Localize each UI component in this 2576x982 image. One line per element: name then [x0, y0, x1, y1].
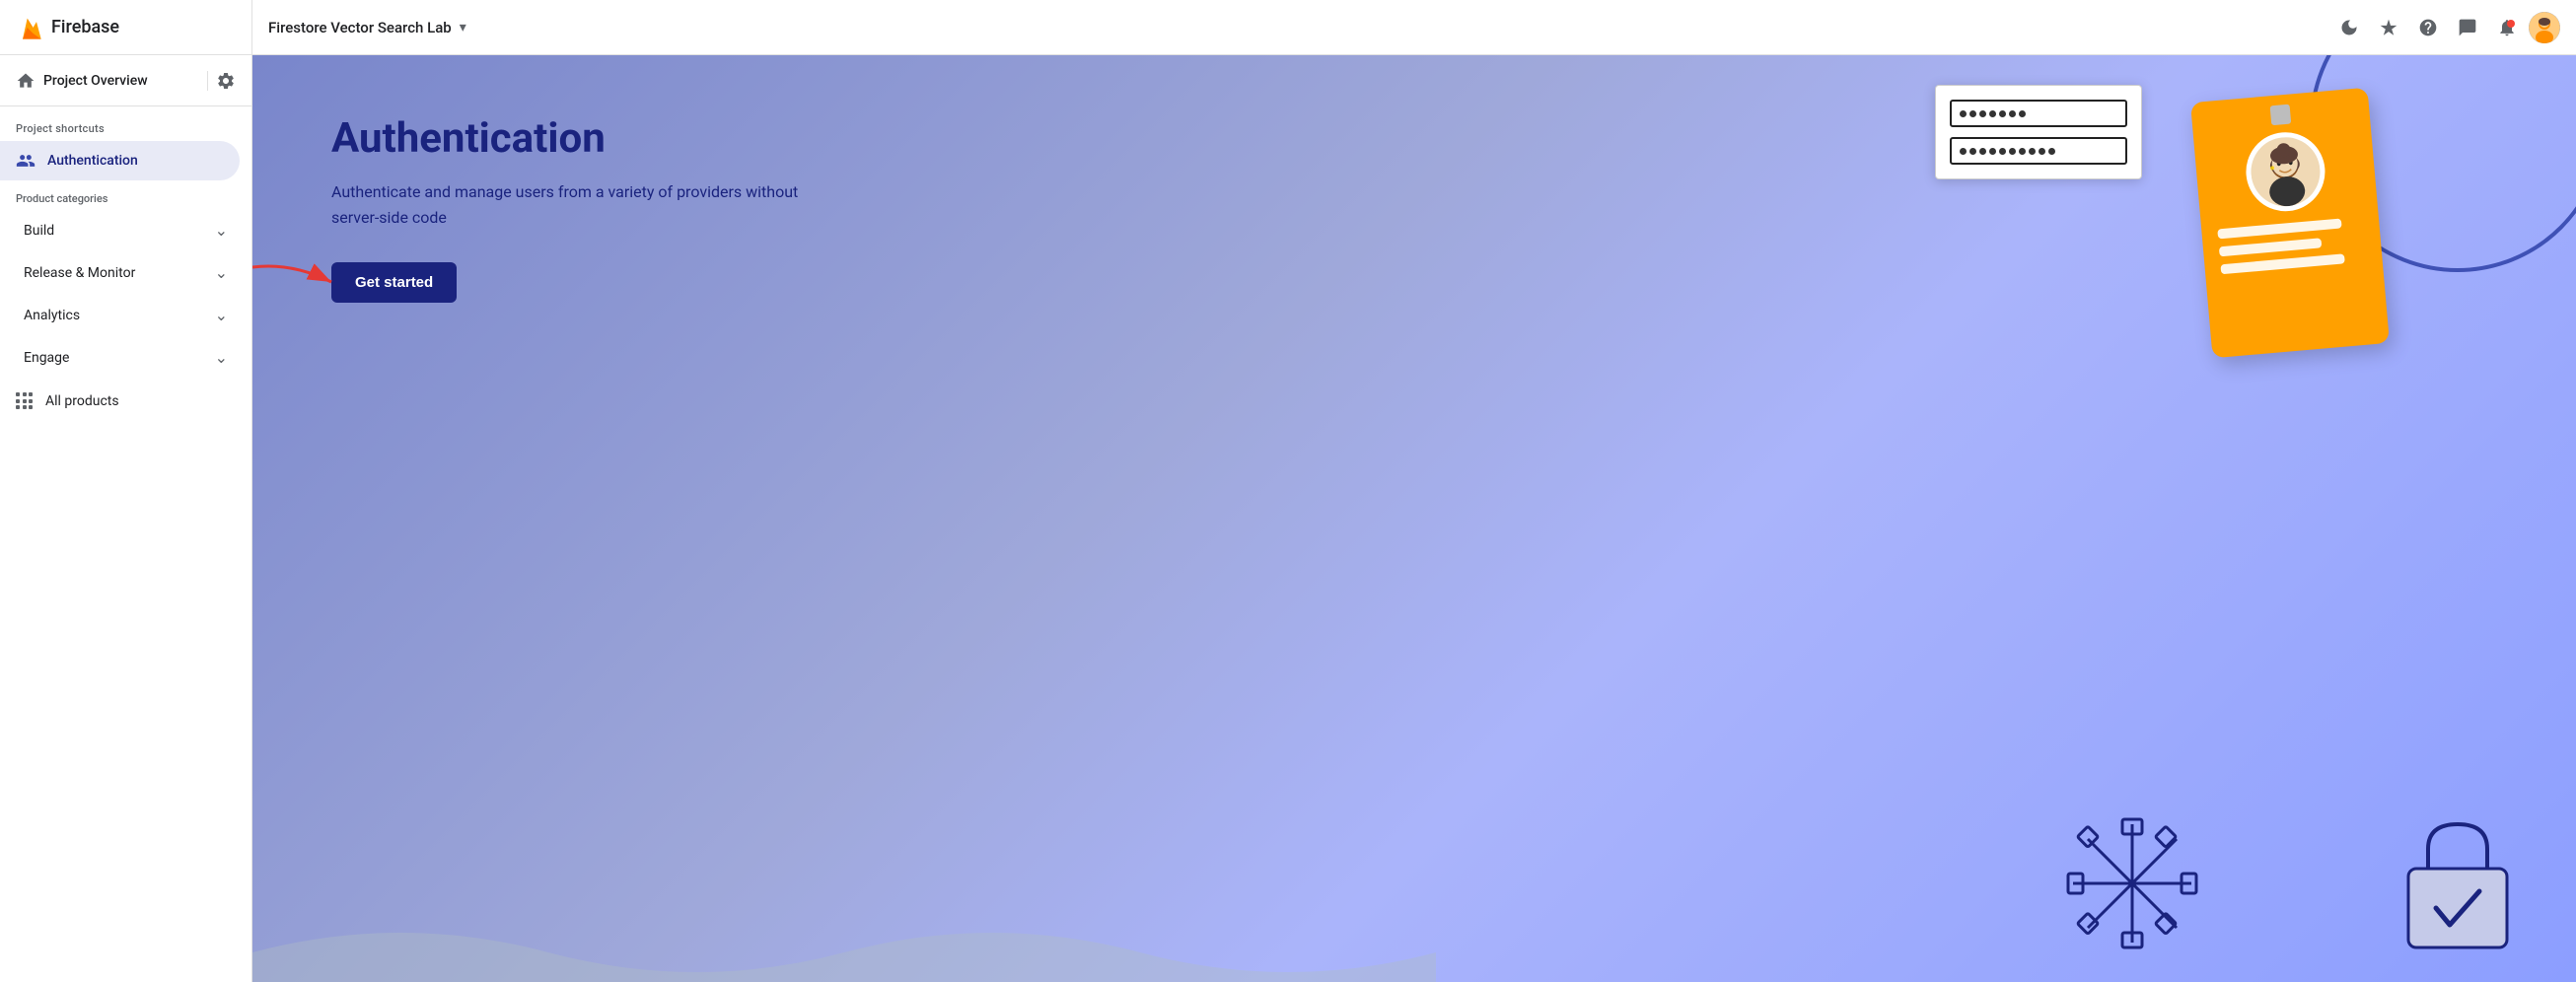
- analytics-chevron-icon: ⌄: [215, 306, 228, 324]
- project-overview-label[interactable]: Project Overview: [43, 73, 199, 89]
- project-shortcuts-label: Project shortcuts: [0, 106, 251, 141]
- form-field-2: [1950, 137, 2127, 165]
- feedback-button[interactable]: [2450, 10, 2485, 45]
- avatar[interactable]: [2529, 12, 2560, 43]
- sidebar-item-analytics[interactable]: Analytics ⌄: [8, 296, 244, 334]
- firebase-name: Firebase: [51, 17, 119, 37]
- form-dots: [1960, 148, 2055, 155]
- card-line-2: [2219, 238, 2322, 256]
- engage-label: Engage: [24, 350, 69, 366]
- product-categories-label: Product categories: [0, 180, 251, 209]
- star-shape-decoration: [2063, 814, 2201, 952]
- engage-chevron-icon: ⌄: [215, 348, 228, 367]
- topbar-right: [2331, 10, 2560, 45]
- card-line-3: [2220, 253, 2344, 274]
- wave-decoration: [252, 903, 1436, 982]
- all-products-label: All products: [45, 393, 119, 409]
- authentication-label: Authentication: [47, 153, 138, 169]
- get-started-button[interactable]: Get started: [331, 262, 457, 303]
- release-monitor-chevron-icon: ⌄: [215, 263, 228, 282]
- hero-content: Authentication Authenticate and manage u…: [331, 114, 805, 303]
- grid-icon: [16, 392, 34, 410]
- sidebar: Firebase Project Overview Project shortc…: [0, 0, 252, 982]
- hero-title: Authentication: [331, 114, 805, 164]
- sparkle-button[interactable]: [2371, 10, 2406, 45]
- main-content: Firestore Vector Search Lab ▾: [252, 0, 2576, 982]
- sidebar-item-authentication[interactable]: Authentication: [0, 141, 240, 180]
- notifications-button[interactable]: [2489, 10, 2525, 45]
- lock-illustration: [2398, 814, 2517, 943]
- settings-icon[interactable]: [216, 71, 236, 91]
- form-circles: [1960, 110, 2026, 117]
- sidebar-item-release-monitor[interactable]: Release & Monitor ⌄: [8, 253, 244, 292]
- help-button[interactable]: [2410, 10, 2446, 45]
- home-icon[interactable]: [16, 71, 36, 91]
- sidebar-item-engage[interactable]: Engage ⌄: [8, 338, 244, 377]
- card-photo: [2243, 129, 2328, 215]
- id-card-illustration: [2190, 88, 2390, 359]
- project-overview-bar[interactable]: Project Overview: [0, 55, 251, 106]
- login-form-illustration: [1935, 85, 2142, 179]
- release-monitor-label: Release & Monitor: [24, 265, 135, 281]
- topbar: Firestore Vector Search Lab ▾: [252, 0, 2576, 55]
- topbar-left: Firestore Vector Search Lab ▾: [268, 19, 466, 36]
- project-dropdown-icon[interactable]: ▾: [460, 20, 466, 35]
- build-chevron-icon: ⌄: [215, 221, 228, 240]
- sidebar-item-build[interactable]: Build ⌄: [8, 211, 244, 249]
- build-label: Build: [24, 223, 54, 239]
- card-line-1: [2217, 218, 2341, 239]
- analytics-label: Analytics: [24, 308, 80, 323]
- firebase-logo[interactable]: Firebase: [16, 14, 119, 41]
- firebase-flame-icon: [16, 14, 43, 41]
- hero-description: Authenticate and manage users from a var…: [331, 179, 805, 230]
- form-field-1: [1950, 100, 2127, 127]
- sidebar-header: Firebase: [0, 0, 251, 55]
- project-name: Firestore Vector Search Lab: [268, 19, 452, 36]
- red-arrow-icon: [252, 257, 341, 307]
- authentication-icon: [16, 151, 36, 171]
- dark-mode-button[interactable]: [2331, 10, 2367, 45]
- hero-section: Authentication Authenticate and manage u…: [252, 55, 2576, 982]
- divider: [207, 71, 208, 91]
- card-lines: [2217, 217, 2366, 275]
- all-products-button[interactable]: All products: [0, 383, 251, 420]
